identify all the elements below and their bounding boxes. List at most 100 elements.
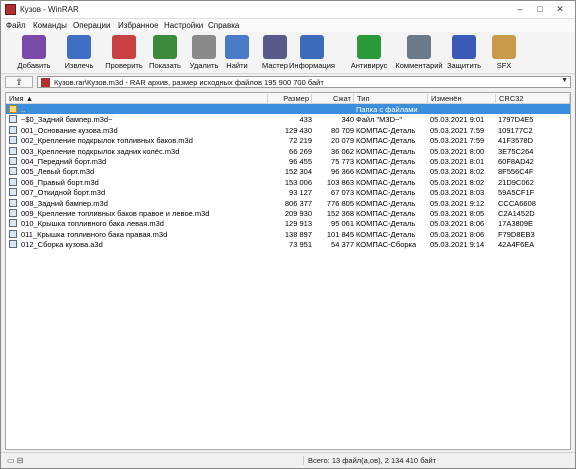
table-row[interactable]: 003_Крепление подкрылок задних колёс.m3d… xyxy=(6,146,570,156)
menu-operations[interactable]: Операции xyxy=(73,21,110,30)
table-row[interactable]: 012_Сборка кузова.a3d 73 951 54 377 КОМПАС-… xyxy=(6,239,570,249)
protect-icon xyxy=(452,35,476,59)
status-icons: ▭ ⊟ xyxy=(7,456,24,465)
cell-crc: 1797D4E5 xyxy=(498,115,534,125)
cell-size: 209 930 xyxy=(284,208,312,218)
cell-crc: C2A1452D xyxy=(498,208,535,218)
add-archive-icon xyxy=(22,35,46,59)
cell-modified: 05.03.2021 7:59 xyxy=(430,136,485,146)
table-row[interactable]: 008_Задний бампер.m3d 806 377 776 805 КОМПА… xyxy=(6,198,570,208)
up-folder-button[interactable]: ⇧ xyxy=(5,76,33,88)
cell-name: 012_Сборка кузова.a3d xyxy=(21,240,103,250)
cell-modified: 05.03.2021 9:12 xyxy=(430,198,485,208)
menu-favorites[interactable]: Избранное xyxy=(118,21,159,30)
table-row[interactable]: 010_Крышка топливного бака левая.m3d 129 … xyxy=(6,218,570,228)
cell-packed: 95 061 xyxy=(331,219,354,229)
cell-crc: 3E75C264 xyxy=(498,146,534,156)
cell-type: КОМПАС-Деталь xyxy=(356,188,416,198)
table-row[interactable]: 001_Основание кузова.m3d 129 430 80 709 КОМ… xyxy=(6,125,570,135)
column-crc[interactable]: CRC32 xyxy=(496,94,570,103)
cell-crc: 59A5CF1F xyxy=(498,188,535,198)
toolbar-button-1[interactable]: Извлечь xyxy=(56,35,102,73)
table-row[interactable]: 002_Крепление подкрылок топливных баков.… xyxy=(6,135,570,145)
cell-modified: 05.03.2021 8:02 xyxy=(430,167,485,177)
table-row[interactable]: 009_Крепление топливных баков правое и л… xyxy=(6,208,570,218)
cell-crc: 17A3809E xyxy=(498,219,534,229)
toolbar-button-8[interactable]: Антивирус xyxy=(346,35,392,73)
cell-size: 433 xyxy=(299,115,312,125)
antivirus-icon xyxy=(357,35,381,59)
cell-modified: 05.03.2021 9:01 xyxy=(430,115,485,125)
sfx-icon xyxy=(492,35,516,59)
menu-settings[interactable]: Настройки xyxy=(164,21,203,30)
title-bar: Кузов - WinRAR – □ ✕ xyxy=(1,1,575,19)
cell-packed: 54 377 xyxy=(331,240,354,250)
cell-modified: 05.03.2021 8:06 xyxy=(430,229,485,239)
cell-name: 011_Крышка топливного бака правая.m3d xyxy=(21,229,168,239)
toolbar-button-0[interactable]: Добавить xyxy=(11,35,57,73)
menu-file[interactable]: Файл xyxy=(6,21,26,30)
minimize-button[interactable]: – xyxy=(510,2,530,16)
cell-crc: 21D9C062 xyxy=(498,177,534,187)
cell-modified: 05.03.2021 8:06 xyxy=(430,219,485,229)
cell-crc: CCCA6608 xyxy=(498,198,536,208)
table-row[interactable]: 011_Крышка топливного бака правая.m3d 138… xyxy=(6,229,570,239)
cell-packed: 96 366 xyxy=(331,167,354,177)
find-icon xyxy=(225,35,249,59)
column-modified[interactable]: Изменён xyxy=(428,94,496,103)
cell-type: Папка с файлами xyxy=(356,105,418,114)
test-icon xyxy=(112,35,136,59)
cell-size: 152 304 xyxy=(284,167,312,177)
toolbar-button-9[interactable]: Комментарий xyxy=(395,35,443,73)
close-button[interactable]: ✕ xyxy=(550,2,570,16)
table-row[interactable]: 007_Откидной борт.m3d 93 127 67 073 КОМПАС-… xyxy=(6,187,570,197)
menu-commands[interactable]: Команды xyxy=(33,21,67,30)
table-row[interactable]: ~$0_Задний бампер.m3d~ 433 340 Файл "M3D~" 0… xyxy=(6,114,570,124)
cell-crc: F79D8EB3 xyxy=(498,229,535,239)
column-type[interactable]: Тип xyxy=(354,94,428,103)
cell-packed: 103 863 xyxy=(326,177,354,187)
cell-packed: 80 709 xyxy=(331,125,354,135)
column-packed[interactable]: Сжат xyxy=(312,94,354,103)
cell-modified: 05.03.2021 8:03 xyxy=(430,188,485,198)
chevron-down-icon[interactable]: ▼ xyxy=(561,77,568,84)
cell-name: .. xyxy=(21,105,26,114)
cell-type: КОМПАС-Деталь xyxy=(356,177,416,187)
cell-name: 001_Основание кузова.m3d xyxy=(21,125,118,135)
cell-size: 153 006 xyxy=(284,177,312,187)
table-row[interactable]: 005_Левый борт.m3d 152 304 96 366 КОМПАС-Де… xyxy=(6,166,570,176)
menu-bar: Файл Команды Операции Избранное Настройк… xyxy=(1,19,575,32)
cell-type: КОМПАС-Деталь xyxy=(356,156,416,166)
table-row[interactable]: .. Папка с файлами xyxy=(6,104,570,115)
view-icon xyxy=(153,35,177,59)
winrar-app-icon xyxy=(5,4,16,15)
cell-packed: 776 805 xyxy=(326,198,354,208)
column-size[interactable]: Размер xyxy=(268,94,312,103)
cell-size: 93 127 xyxy=(289,188,312,198)
cell-type: КОМПАС-Сборка xyxy=(356,240,417,250)
cell-name: 009_Крепление топливных баков правое и л… xyxy=(21,208,210,218)
cell-name: 002_Крепление подкрылок топливных баков.… xyxy=(21,136,193,146)
window-title: Кузов - WinRAR xyxy=(20,5,79,14)
toolbar-label: Информация xyxy=(289,61,335,70)
cell-type: КОМПАС-Деталь xyxy=(356,208,416,218)
cell-packed: 75 773 xyxy=(331,156,354,166)
table-row[interactable]: 006_Правый борт.m3d 153 006 103 863 КОМПАС-… xyxy=(6,177,570,187)
toolbar-button-11[interactable]: SFX xyxy=(481,35,527,73)
path-field[interactable]: Кузов.rar\Кузов.m3d - RAR архив, размер … xyxy=(37,76,571,88)
table-row[interactable]: 004_Передний борт.m3d 96 455 75 773 КОМПАС-… xyxy=(6,156,570,166)
cell-crc: 42A4F6EA xyxy=(498,240,535,250)
file-list[interactable]: Имя ▲ Размер Сжат Тип Изменён CRC32 .. Па… xyxy=(5,92,571,450)
cell-type: КОМПАС-Деталь xyxy=(356,229,416,239)
extract-icon xyxy=(67,35,91,59)
list-rows: .. Папка с файлами ~$0_Задний бампер.m3d~ 4… xyxy=(6,104,570,249)
toolbar-button-7[interactable]: Информация xyxy=(289,35,335,73)
cell-name: 007_Откидной борт.m3d xyxy=(21,188,106,198)
cell-size: 73 951 xyxy=(289,240,312,250)
cell-crc: 8F556C4F xyxy=(498,167,534,177)
cell-name: 003_Крепление подкрылок задних колёс.m3d xyxy=(21,146,180,156)
column-name[interactable]: Имя ▲ xyxy=(6,94,268,103)
cell-type: КОМПАС-Деталь xyxy=(356,146,416,156)
maximize-button[interactable]: □ xyxy=(530,2,550,16)
menu-help[interactable]: Справка xyxy=(208,21,239,30)
